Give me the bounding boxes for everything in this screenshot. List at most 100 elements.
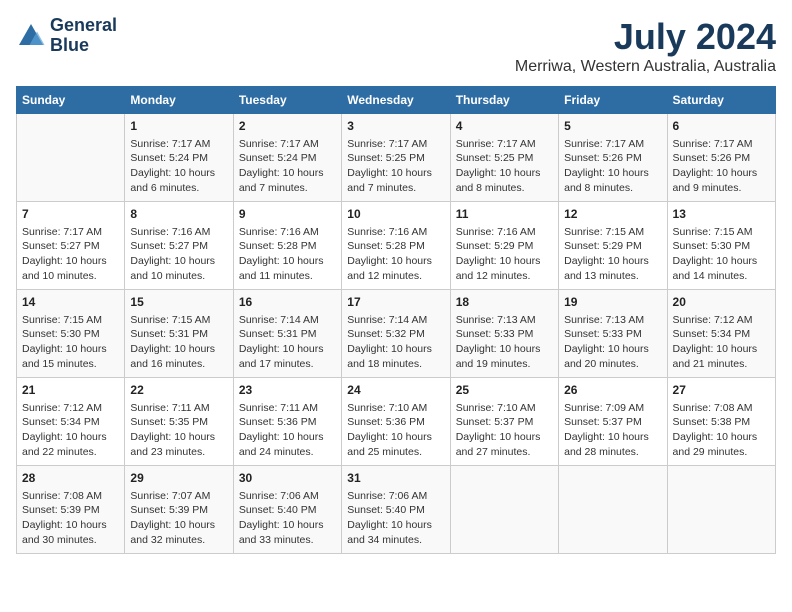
day-info: Sunrise: 7:14 AMSunset: 5:31 PMDaylight:… (239, 313, 336, 372)
day-number: 9 (239, 206, 336, 223)
day-cell: 26 Sunrise: 7:09 AMSunset: 5:37 PMDayligh… (559, 378, 667, 466)
logo-text: General Blue (50, 16, 117, 56)
logo-icon (16, 21, 46, 51)
day-number: 3 (347, 118, 444, 135)
day-info: Sunrise: 7:16 AMSunset: 5:28 PMDaylight:… (239, 225, 336, 284)
day-info: Sunrise: 7:17 AMSunset: 5:24 PMDaylight:… (130, 137, 227, 196)
day-info: Sunrise: 7:11 AMSunset: 5:35 PMDaylight:… (130, 401, 227, 460)
day-number: 8 (130, 206, 227, 223)
week-row-3: 14Sunrise: 7:15 AMSunset: 5:30 PMDayligh… (17, 290, 776, 378)
day-info: Sunrise: 7:17 AMSunset: 5:24 PMDaylight:… (239, 137, 336, 196)
day-info: Sunrise: 7:12 AMSunset: 5:34 PMDaylight:… (673, 313, 770, 372)
day-number: 1 (130, 118, 227, 135)
day-cell: 16 Sunrise: 7:14 AMSunset: 5:31 PMDayligh… (233, 290, 341, 378)
day-number: 21 (22, 382, 119, 399)
header-cell-wednesday: Wednesday (342, 87, 450, 114)
day-cell: 3 Sunrise: 7:17 AMSunset: 5:25 PMDaylight… (342, 114, 450, 202)
day-cell: 9 Sunrise: 7:16 AMSunset: 5:28 PMDaylight… (233, 202, 341, 290)
calendar-header: SundayMondayTuesdayWednesdayThursdayFrid… (17, 87, 776, 114)
day-info: Sunrise: 7:15 AMSunset: 5:30 PMDaylight:… (673, 225, 770, 284)
day-cell: 27 Sunrise: 7:08 AMSunset: 5:38 PMDayligh… (667, 378, 775, 466)
day-number: 22 (130, 382, 227, 399)
day-cell: 6 Sunrise: 7:17 AMSunset: 5:26 PMDaylight… (667, 114, 775, 202)
day-info: Sunrise: 7:12 AMSunset: 5:34 PMDaylight:… (22, 401, 119, 460)
calendar-subtitle: Merriwa, Western Australia, Australia (515, 58, 776, 76)
day-info: Sunrise: 7:13 AMSunset: 5:33 PMDaylight:… (456, 313, 553, 372)
day-info: Sunrise: 7:17 AMSunset: 5:26 PMDaylight:… (673, 137, 770, 196)
day-cell: 7 Sunrise: 7:17 AMSunset: 5:27 PMDaylight… (17, 202, 125, 290)
day-cell: 8Sunrise: 7:16 AMSunset: 5:27 PMDaylight… (125, 202, 233, 290)
day-number: 20 (673, 294, 770, 311)
day-cell: 22 Sunrise: 7:11 AMSunset: 5:35 PMDayligh… (125, 378, 233, 466)
day-cell: 18 Sunrise: 7:13 AMSunset: 5:33 PMDayligh… (450, 290, 558, 378)
day-cell: 15Sunrise: 7:15 AMSunset: 5:31 PMDayligh… (125, 290, 233, 378)
week-row-4: 21 Sunrise: 7:12 AMSunset: 5:34 PMDayligh… (17, 378, 776, 466)
day-number: 17 (347, 294, 444, 311)
logo-line1: General (50, 16, 117, 36)
day-cell (17, 114, 125, 202)
day-info: Sunrise: 7:08 AMSunset: 5:38 PMDaylight:… (673, 401, 770, 460)
day-number: 30 (239, 470, 336, 487)
logo-line2: Blue (50, 36, 117, 56)
day-number: 19 (564, 294, 661, 311)
day-info: Sunrise: 7:15 AMSunset: 5:29 PMDaylight:… (564, 225, 661, 284)
day-number: 6 (673, 118, 770, 135)
day-cell: 20 Sunrise: 7:12 AMSunset: 5:34 PMDayligh… (667, 290, 775, 378)
day-info: Sunrise: 7:14 AMSunset: 5:32 PMDaylight:… (347, 313, 444, 372)
day-number: 14 (22, 294, 119, 311)
page-header: General Blue July 2024 Merriwa, Western … (16, 16, 776, 76)
day-info: Sunrise: 7:11 AMSunset: 5:36 PMDaylight:… (239, 401, 336, 460)
day-number: 24 (347, 382, 444, 399)
day-number: 13 (673, 206, 770, 223)
header-cell-tuesday: Tuesday (233, 87, 341, 114)
day-number: 16 (239, 294, 336, 311)
day-info: Sunrise: 7:07 AMSunset: 5:39 PMDaylight:… (130, 489, 227, 548)
day-info: Sunrise: 7:09 AMSunset: 5:37 PMDaylight:… (564, 401, 661, 460)
calendar-title: July 2024 (515, 16, 776, 58)
day-cell: 1 Sunrise: 7:17 AMSunset: 5:24 PMDaylight… (125, 114, 233, 202)
day-number: 26 (564, 382, 661, 399)
day-info: Sunrise: 7:06 AMSunset: 5:40 PMDaylight:… (347, 489, 444, 548)
day-cell (450, 466, 558, 554)
title-area: July 2024 Merriwa, Western Australia, Au… (515, 16, 776, 76)
day-number: 11 (456, 206, 553, 223)
header-cell-sunday: Sunday (17, 87, 125, 114)
header-row: SundayMondayTuesdayWednesdayThursdayFrid… (17, 87, 776, 114)
day-info: Sunrise: 7:17 AMSunset: 5:25 PMDaylight:… (456, 137, 553, 196)
day-cell: 2 Sunrise: 7:17 AMSunset: 5:24 PMDaylight… (233, 114, 341, 202)
day-info: Sunrise: 7:06 AMSunset: 5:40 PMDaylight:… (239, 489, 336, 548)
day-info: Sunrise: 7:16 AMSunset: 5:29 PMDaylight:… (456, 225, 553, 284)
day-cell: 25 Sunrise: 7:10 AMSunset: 5:37 PMDayligh… (450, 378, 558, 466)
day-cell: 23Sunrise: 7:11 AMSunset: 5:36 PMDayligh… (233, 378, 341, 466)
day-cell: 17 Sunrise: 7:14 AMSunset: 5:32 PMDayligh… (342, 290, 450, 378)
day-cell: 4Sunrise: 7:17 AMSunset: 5:25 PMDaylight… (450, 114, 558, 202)
week-row-1: 1 Sunrise: 7:17 AMSunset: 5:24 PMDaylight… (17, 114, 776, 202)
day-number: 25 (456, 382, 553, 399)
header-cell-saturday: Saturday (667, 87, 775, 114)
day-cell: 5 Sunrise: 7:17 AMSunset: 5:26 PMDaylight… (559, 114, 667, 202)
day-cell: 12Sunrise: 7:15 AMSunset: 5:29 PMDayligh… (559, 202, 667, 290)
day-number: 10 (347, 206, 444, 223)
calendar-body: 1 Sunrise: 7:17 AMSunset: 5:24 PMDaylight… (17, 114, 776, 554)
day-cell: 30 Sunrise: 7:06 AMSunset: 5:40 PMDayligh… (233, 466, 341, 554)
day-cell: 19 Sunrise: 7:13 AMSunset: 5:33 PMDayligh… (559, 290, 667, 378)
day-number: 18 (456, 294, 553, 311)
day-number: 7 (22, 206, 119, 223)
day-info: Sunrise: 7:13 AMSunset: 5:33 PMDaylight:… (564, 313, 661, 372)
day-cell: 10Sunrise: 7:16 AMSunset: 5:28 PMDayligh… (342, 202, 450, 290)
day-number: 31 (347, 470, 444, 487)
day-info: Sunrise: 7:17 AMSunset: 5:25 PMDaylight:… (347, 137, 444, 196)
day-info: Sunrise: 7:17 AMSunset: 5:26 PMDaylight:… (564, 137, 661, 196)
day-number: 2 (239, 118, 336, 135)
week-row-2: 7 Sunrise: 7:17 AMSunset: 5:27 PMDaylight… (17, 202, 776, 290)
day-number: 15 (130, 294, 227, 311)
header-cell-thursday: Thursday (450, 87, 558, 114)
day-number: 5 (564, 118, 661, 135)
calendar-table: SundayMondayTuesdayWednesdayThursdayFrid… (16, 86, 776, 554)
day-number: 27 (673, 382, 770, 399)
week-row-5: 28Sunrise: 7:08 AMSunset: 5:39 PMDayligh… (17, 466, 776, 554)
day-info: Sunrise: 7:17 AMSunset: 5:27 PMDaylight:… (22, 225, 119, 284)
day-cell: 24Sunrise: 7:10 AMSunset: 5:36 PMDayligh… (342, 378, 450, 466)
day-info: Sunrise: 7:10 AMSunset: 5:37 PMDaylight:… (456, 401, 553, 460)
header-cell-friday: Friday (559, 87, 667, 114)
